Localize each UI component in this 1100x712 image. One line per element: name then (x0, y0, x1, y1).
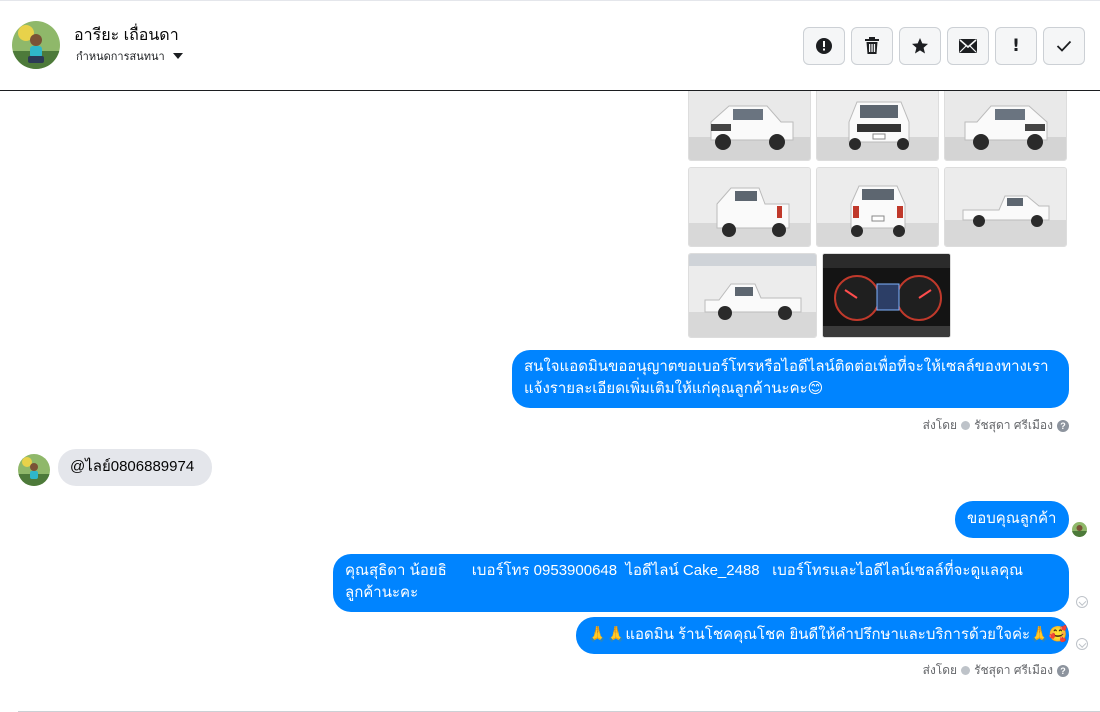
image-attachment-grid (688, 91, 1068, 344)
truck-photo-rear[interactable] (816, 167, 939, 247)
envelope-icon (959, 39, 977, 53)
outgoing-message[interactable]: 🙏🙏แอดมิน ร้านโชคคุณโชค ยินดีให้คำปรึกษาแ… (576, 617, 1069, 654)
conversation-toolbar: ! (803, 27, 1085, 65)
contact-name: อารียะ เถื่อนดา (74, 27, 179, 44)
message-text-line: สนใจแอดมินขออนุญาตขอเบอร์โทรหรือไอดีไลน์… (524, 358, 1049, 375)
chevron-down-icon (172, 53, 183, 59)
contact-avatar[interactable] (12, 21, 60, 69)
agent-status-icon (961, 666, 971, 675)
spam-button[interactable] (803, 27, 845, 65)
check-icon (1056, 40, 1072, 52)
delete-button[interactable] (851, 27, 893, 65)
message-thread: สนใจแอดมินขออนุญาตขอเบอร์โทรหรือไอดีไลน์… (0, 91, 1100, 712)
seen-by-avatar (1072, 522, 1087, 537)
help-icon[interactable]: ? (1057, 664, 1069, 677)
assign-conversation-dropdown[interactable]: กำหนดการสนทนา (76, 47, 183, 65)
truck-photo-front-left[interactable] (688, 91, 811, 161)
outgoing-message[interactable]: คุณสุธิดา น้อยธิ เบอร์โทร 0953900648 ไอด… (333, 554, 1069, 612)
mark-done-button[interactable] (1043, 27, 1085, 65)
message-text-line: แจ้งรายละเอียดเพิ่มเติมให้แก่คุณลูกค้านะ… (524, 380, 824, 397)
trash-icon (865, 37, 879, 54)
outgoing-message[interactable]: สนใจแอดมินขออนุญาตขอเบอร์โทรหรือไอดีไลน์… (512, 350, 1069, 408)
contact-avatar-small (18, 454, 50, 486)
truck-photo-front-right[interactable] (944, 91, 1067, 161)
exclamation-icon: ! (1012, 36, 1020, 56)
sent-by-label: ส่งโดย (922, 418, 958, 432)
sent-by-agent: รัชสุดา ศรีเมือง (974, 663, 1053, 677)
truck-photo-front[interactable] (816, 91, 939, 161)
message-text: ขอบคุณลูกค้า (967, 510, 1057, 527)
incoming-message[interactable]: @ไลย์0806889974 (58, 449, 212, 486)
star-button[interactable] (899, 27, 941, 65)
truck-photo-side-right[interactable] (944, 167, 1067, 247)
message-text: 🙏🙏แอดมิน ร้านโชคคุณโชค ยินดีให้คำปรึกษาแ… (588, 626, 1068, 643)
dashboard-gauge-photo[interactable] (822, 253, 951, 338)
message-text-line: ลูกค้านะคะ (345, 584, 419, 601)
conversation-header: อารียะ เถื่อนดา กำหนดการสนทนา ! (0, 1, 1100, 91)
help-icon[interactable]: ? (1057, 419, 1069, 432)
star-icon (912, 38, 928, 54)
sent-by-agent: รัชสุดา ศรีเมือง (974, 418, 1053, 432)
message-text: @ไลย์0806889974 (70, 458, 195, 475)
truck-photo-rear-left[interactable] (688, 167, 811, 247)
sent-by-label: ส่งโดย (922, 663, 958, 677)
truck-photo-side-left[interactable] (688, 253, 817, 338)
conversation-panel: อารียะ เถื่อนดา กำหนดการสนทนา ! สนใจแอดม… (0, 0, 1100, 712)
delivered-check-icon (1076, 596, 1088, 608)
delivered-check-icon (1076, 638, 1088, 650)
alert-circle-icon (816, 38, 832, 54)
agent-status-icon (961, 421, 971, 430)
outgoing-message[interactable]: ขอบคุณลูกค้า (955, 501, 1069, 538)
sent-by-info: ส่งโดย รัชสุดา ศรีเมือง ? (923, 661, 1069, 680)
sent-by-info: ส่งโดย รัชสุดา ศรีเมือง ? (923, 416, 1069, 435)
mark-unread-button[interactable] (947, 27, 989, 65)
assign-label: กำหนดการสนทนา (76, 51, 165, 63)
follow-up-button[interactable]: ! (995, 27, 1037, 65)
message-text-line: คุณสุธิดา น้อยธิ เบอร์โทร 0953900648 ไอด… (345, 562, 1024, 579)
